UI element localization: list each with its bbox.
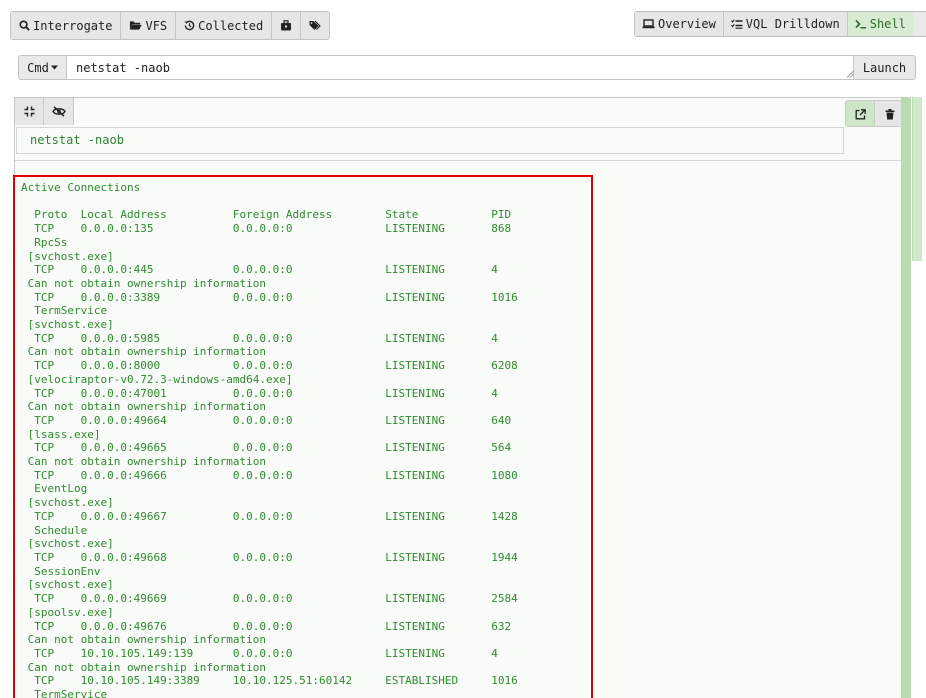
shell-type-label: Cmd <box>27 60 49 75</box>
tags-icon <box>309 20 321 30</box>
collected-button[interactable]: Collected <box>176 12 273 39</box>
result-toolbar-right <box>845 100 905 127</box>
interrogate-button[interactable]: Interrogate <box>11 12 122 39</box>
vfs-button[interactable]: VFS <box>121 12 177 39</box>
open-flow-button[interactable] <box>846 101 875 126</box>
result-toolbar-left <box>15 98 74 125</box>
panel-scrollbar[interactable] <box>901 97 911 698</box>
panel-scrollbar-thumb[interactable] <box>912 97 922 261</box>
folder-open-icon <box>130 21 143 30</box>
list-check-icon <box>730 19 743 29</box>
external-link-icon <box>855 109 866 120</box>
terminal-icon <box>855 19 866 29</box>
eye-slash-icon <box>51 106 66 117</box>
shell-label: Shell <box>869 17 906 31</box>
vql-drilldown-label: VQL Drilldown <box>745 17 840 31</box>
client-nav-toolbar: Interrogate VFS Collected <box>10 11 331 40</box>
client-view-toolbar: Overview VQL Drilldown Shell <box>634 11 926 37</box>
toolbox-icon <box>281 20 292 31</box>
laptop-icon <box>642 19 655 29</box>
hide-output-button[interactable] <box>44 98 73 125</box>
result-divider <box>15 160 901 161</box>
collapse-button[interactable] <box>15 98 44 125</box>
launch-button[interactable]: Launch <box>854 55 916 80</box>
trash-icon <box>885 109 894 120</box>
collected-label: Collected <box>198 18 264 33</box>
labels-button[interactable] <box>301 12 330 39</box>
shell-type-dropdown[interactable]: Cmd <box>18 55 67 80</box>
command-output-highlight: Active Connections Proto Local Address F… <box>13 175 593 698</box>
shell-command-input[interactable] <box>67 55 854 80</box>
history-icon <box>184 20 195 31</box>
delete-button[interactable] <box>875 101 904 126</box>
overview-button[interactable]: Overview <box>635 12 724 36</box>
compress-icon <box>24 106 34 117</box>
interrogate-label: Interrogate <box>33 18 113 33</box>
executed-command: netstat -naob <box>16 127 844 154</box>
shell-command-row: Cmd Launch <box>18 55 916 80</box>
caret-down-icon <box>50 65 58 70</box>
shell-button[interactable]: Shell <box>847 12 913 36</box>
resize-grip-icon[interactable] <box>846 70 854 78</box>
overview-label: Overview <box>658 17 716 31</box>
search-icon <box>19 20 30 31</box>
vql-drilldown-button[interactable]: VQL Drilldown <box>723 12 848 36</box>
shell-result-panel: netstat -naob Active Connections Proto L… <box>13 97 905 698</box>
artifact-tools-button[interactable] <box>272 12 302 39</box>
vfs-label: VFS <box>145 18 168 33</box>
command-output: Active Connections Proto Local Address F… <box>21 181 518 698</box>
